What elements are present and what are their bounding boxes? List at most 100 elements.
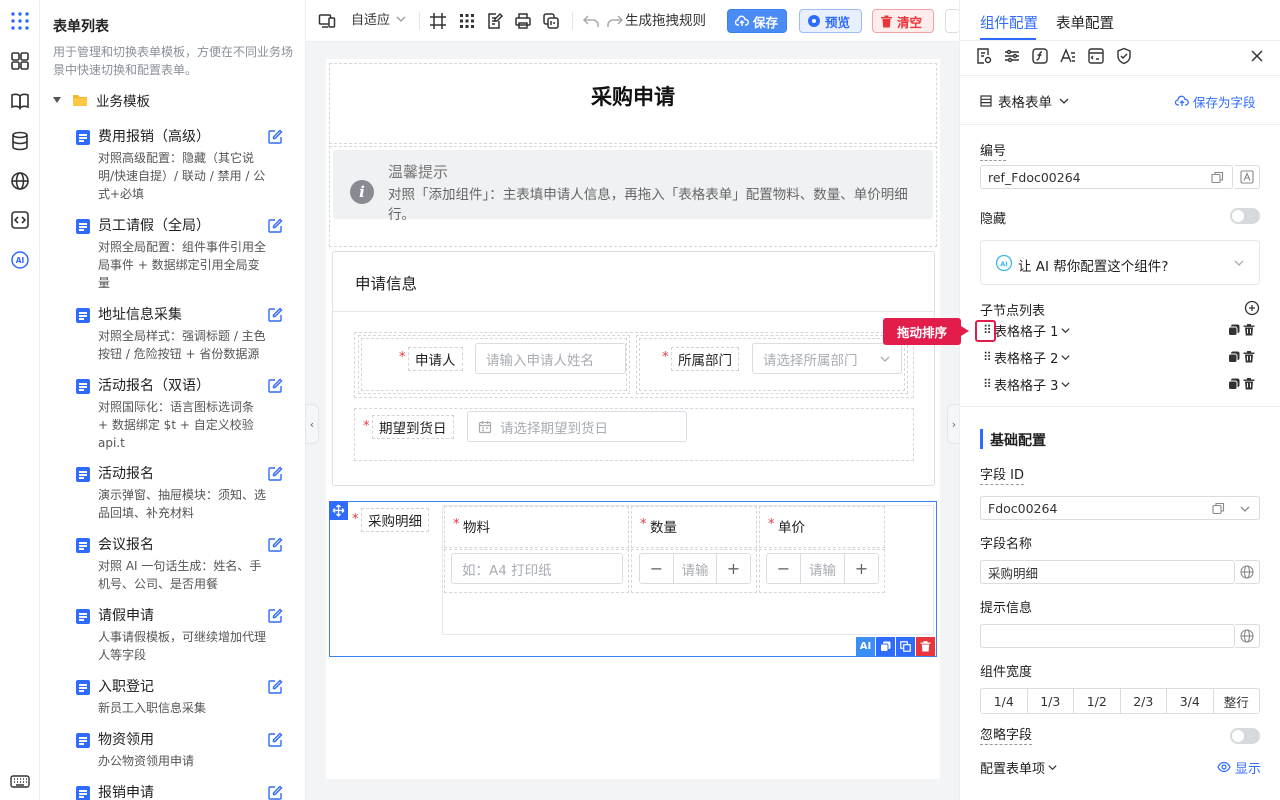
json-icon[interactable] <box>542 12 560 30</box>
quantity-input[interactable]: 请输 <box>673 554 717 583</box>
child-item[interactable]: ⠿ 表格格子 3 <box>983 375 1071 394</box>
globe-icon[interactable] <box>1235 560 1260 584</box>
edit-icon[interactable] <box>267 732 283 748</box>
props-icon[interactable] <box>975 47 993 65</box>
layout-mode-select[interactable]: 自适应 <box>351 12 390 30</box>
child-item[interactable]: ⠿ 表格格子 2 <box>983 348 1071 367</box>
code-icon[interactable] <box>9 209 31 231</box>
trash-icon[interactable] <box>1243 378 1255 390</box>
applicant-input[interactable]: 请输入申请人姓名 <box>475 343 626 374</box>
component-type-select[interactable]: 表格表单 <box>980 92 1070 111</box>
eye-icon <box>1217 761 1231 773</box>
book-icon[interactable] <box>9 90 31 112</box>
code-input[interactable]: ref_Fdoc00264 <box>980 165 1233 189</box>
add-child-icon[interactable] <box>1244 300 1260 316</box>
close-icon[interactable] <box>1248 47 1266 65</box>
components-icon[interactable] <box>9 50 31 72</box>
grid-icon[interactable] <box>458 12 476 30</box>
duplicate-icon[interactable] <box>896 637 915 656</box>
ai-icon[interactable]: AI <box>9 249 31 271</box>
undo-icon[interactable] <box>582 12 600 30</box>
edit-icon[interactable] <box>267 378 283 394</box>
quantity-stepper[interactable]: − 请输 + <box>639 553 751 584</box>
config-items-toggle[interactable]: 配置表单项 <box>980 759 1058 777</box>
collapse-left-button[interactable]: ‹ <box>305 404 319 444</box>
sliders-icon[interactable] <box>1003 47 1021 65</box>
width-option[interactable]: 1/3 <box>1028 689 1074 713</box>
save-as-field-button[interactable]: 保存为字段 <box>1175 92 1256 110</box>
function-icon[interactable] <box>1031 47 1049 65</box>
document-icon <box>76 467 90 482</box>
frame-icon[interactable] <box>429 12 447 30</box>
drag-handle-icon[interactable]: ⠿ <box>983 350 992 364</box>
copy-icon[interactable] <box>1228 324 1240 336</box>
edit-doc-icon[interactable] <box>486 12 504 30</box>
shield-icon[interactable] <box>1115 47 1133 65</box>
chevron-down-icon[interactable] <box>395 13 407 25</box>
copy-icon[interactable] <box>876 637 895 656</box>
edit-icon[interactable] <box>267 679 283 695</box>
more-button[interactable] <box>945 9 960 33</box>
plus-button[interactable]: + <box>717 554 750 583</box>
save-button[interactable]: 保存 <box>727 9 787 33</box>
minus-button[interactable]: − <box>640 554 673 583</box>
delete-icon[interactable] <box>916 637 935 656</box>
clear-button[interactable]: 清空 <box>872 9 934 33</box>
print-icon[interactable] <box>514 12 532 30</box>
edit-icon[interactable] <box>267 785 283 800</box>
child-item[interactable]: ⠿ 表格格子 1 <box>983 321 1071 340</box>
field-id-input[interactable]: Fdoc00264 <box>980 496 1260 520</box>
text-format-icon[interactable] <box>1235 165 1260 189</box>
hidden-toggle[interactable] <box>1230 208 1260 224</box>
text-style-icon[interactable] <box>1059 47 1077 65</box>
copy-icon[interactable] <box>1211 171 1224 184</box>
keyboard-icon[interactable] <box>9 770 31 792</box>
show-button[interactable]: 显示 <box>1217 759 1261 777</box>
edit-icon[interactable] <box>267 129 283 145</box>
field-name-input[interactable]: 采购明细 <box>980 560 1235 584</box>
generate-drag-rule-button[interactable]: 生成拖拽规则 <box>625 12 706 30</box>
hint-input[interactable] <box>980 624 1235 648</box>
trash-icon[interactable] <box>1243 351 1255 363</box>
copy-icon[interactable] <box>1212 502 1225 515</box>
database-icon[interactable] <box>9 130 31 152</box>
globe-icon[interactable] <box>1235 624 1260 648</box>
ai-config-box[interactable]: AI 让 AI 帮你配置这个组件? <box>980 240 1260 285</box>
edit-icon[interactable] <box>267 218 283 234</box>
delivery-date-picker[interactable]: 请选择期望到货日 <box>467 411 687 442</box>
tree-group-business[interactable]: 业务模板 <box>53 90 150 110</box>
width-option[interactable]: 3/4 <box>1167 689 1214 713</box>
price-input[interactable]: 请输 <box>800 554 845 583</box>
width-option[interactable]: 整行 <box>1214 689 1260 713</box>
code-window-icon[interactable] <box>1087 47 1105 65</box>
width-option[interactable]: 1/2 <box>1074 689 1121 713</box>
edit-icon[interactable] <box>267 537 283 553</box>
edit-icon[interactable] <box>267 466 283 482</box>
chevron-down-icon[interactable] <box>1239 503 1251 515</box>
tab-component-config[interactable]: 组件配置 <box>980 12 1038 33</box>
move-icon[interactable] <box>329 501 348 520</box>
ai-config-icon[interactable]: AI <box>856 637 875 656</box>
edit-icon[interactable] <box>267 307 283 323</box>
edit-icon[interactable] <box>267 608 283 624</box>
minus-button[interactable]: − <box>767 554 800 583</box>
caret-down-icon[interactable] <box>53 97 61 103</box>
app-menu-icon[interactable] <box>9 10 31 32</box>
ignore-field-toggle[interactable] <box>1230 728 1260 744</box>
globe-icon[interactable] <box>9 170 31 192</box>
width-option[interactable]: 1/4 <box>981 689 1028 713</box>
material-input[interactable]: 如：A4 打印纸 <box>451 553 623 584</box>
trash-icon[interactable] <box>1243 324 1255 336</box>
drag-handle-icon[interactable]: ⠿ <box>983 377 992 391</box>
tab-form-config[interactable]: 表单配置 <box>1056 12 1114 33</box>
copy-icon[interactable] <box>1228 378 1240 390</box>
device-icon[interactable] <box>318 12 336 30</box>
width-option[interactable]: 2/3 <box>1121 689 1167 713</box>
copy-icon[interactable] <box>1228 351 1240 363</box>
dept-select[interactable]: 请选择所属部门 <box>752 343 902 374</box>
preview-button[interactable]: 预览 <box>799 9 862 33</box>
plus-button[interactable]: + <box>845 554 878 583</box>
price-stepper[interactable]: − 请输 + <box>766 553 879 584</box>
dept-placeholder: 请选择所属部门 <box>763 352 858 369</box>
redo-icon[interactable] <box>606 12 624 30</box>
